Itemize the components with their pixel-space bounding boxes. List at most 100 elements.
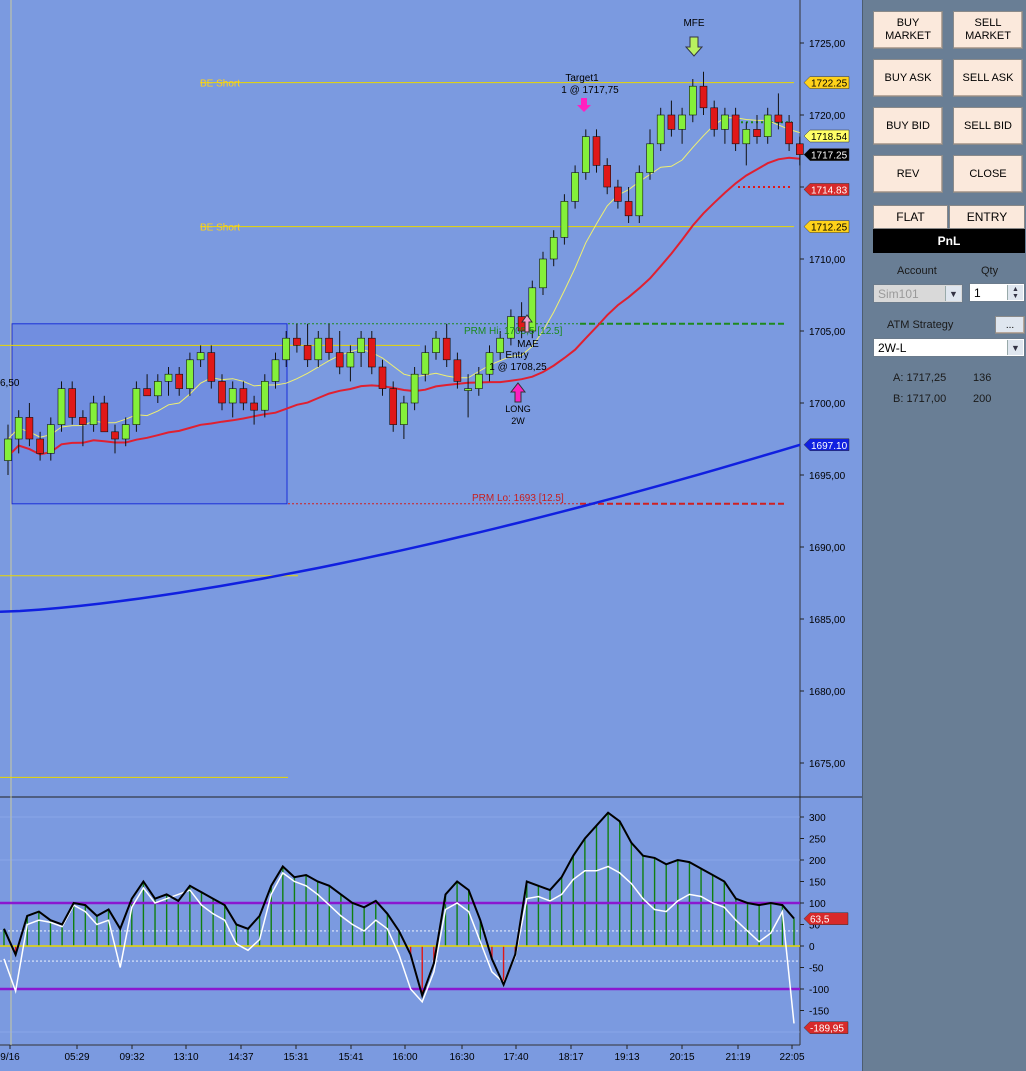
candle-body xyxy=(335,352,344,368)
price-tag-label: 1722.25 xyxy=(811,79,848,90)
atm-more-button[interactable]: ... xyxy=(995,316,1025,334)
candle-body xyxy=(528,287,537,332)
reverse-button[interactable]: REV xyxy=(873,155,943,193)
osc-axis-label: 150 xyxy=(809,878,826,889)
candle-body xyxy=(239,388,248,404)
candle-body xyxy=(474,373,483,389)
range-box xyxy=(11,323,288,505)
account-label: Account xyxy=(897,265,937,277)
close-button[interactable]: CLOSE xyxy=(953,155,1023,193)
long-strategy-label: 2W xyxy=(511,416,525,426)
candle-body xyxy=(678,114,686,130)
stepper-arrows-icon[interactable]: ▲ ▼ xyxy=(1007,285,1023,300)
time-axis-label: 16:00 xyxy=(392,1052,417,1063)
price-axis-label: 1685,00 xyxy=(809,615,846,626)
time-axis-label: 17:40 xyxy=(503,1052,528,1063)
osc-axis-label: 300 xyxy=(809,813,826,824)
price-axis-label: 1690,00 xyxy=(809,543,846,554)
sell-ask-button[interactable]: SELL ASK xyxy=(953,59,1023,97)
candle-body xyxy=(410,373,419,404)
candle-body xyxy=(560,201,569,238)
candle-body xyxy=(763,114,772,137)
price-axis-label: 1675,00 xyxy=(809,759,846,770)
atm-strategy-select[interactable]: 2W-L ▼ xyxy=(873,338,1025,357)
oscillator-panel-bg xyxy=(0,798,800,1045)
osc-axis-label: 100 xyxy=(809,899,826,910)
prm-hi-label: PRM Hi: 1705,5 [12.5] xyxy=(464,326,563,337)
candle-body xyxy=(4,438,12,461)
osc-axis-label: -100 xyxy=(809,985,829,996)
price-axis-label: 1680,00 xyxy=(809,687,846,698)
candle-body xyxy=(121,424,130,440)
candle-body xyxy=(207,352,216,382)
buy-bid-button[interactable]: BUY BID xyxy=(873,107,943,145)
candle-body xyxy=(346,352,355,368)
candle-body xyxy=(218,381,226,404)
bid-price: B: 1717,00 xyxy=(893,393,947,405)
candle-body xyxy=(785,121,793,145)
time-axis-label: 15:41 xyxy=(338,1052,363,1063)
candle-body xyxy=(325,337,333,353)
candle-body xyxy=(667,114,676,130)
qty-stepper[interactable]: 1 ▲ ▼ xyxy=(969,283,1025,302)
candle-body xyxy=(25,417,34,440)
candle-body xyxy=(357,337,365,353)
candle-body xyxy=(143,388,151,397)
time-axis-label: 16:30 xyxy=(449,1052,474,1063)
price-tag-label: 1717.25 xyxy=(811,151,848,162)
candle-body xyxy=(581,136,590,173)
candle-body xyxy=(260,381,269,411)
price-axis-label: 1695,00 xyxy=(809,471,846,482)
candle-body xyxy=(57,388,66,425)
price-tag-label: 1714.83 xyxy=(811,185,848,196)
candle-body xyxy=(186,359,194,389)
candle-body xyxy=(68,388,76,418)
time-axis-label: 21:19 xyxy=(725,1052,750,1063)
chart-area[interactable]: 1725,001720,001715,001710,001705,001700,… xyxy=(0,0,862,1071)
osc-axis-label: 0 xyxy=(809,942,815,953)
pnl-display: PnL xyxy=(873,229,1025,253)
candle-body xyxy=(432,337,440,353)
osc-axis-label: -150 xyxy=(809,1007,829,1018)
candle-body xyxy=(592,136,601,166)
candle-body xyxy=(731,114,740,145)
candle-body xyxy=(228,388,237,404)
price-tag-label: 1712.25 xyxy=(811,223,848,234)
order-entry-panel: BUY MARKET SELL MARKET BUY ASK SELL ASK … xyxy=(862,0,1026,1071)
candle-body xyxy=(549,237,558,260)
candle-body xyxy=(293,337,301,346)
candle-body xyxy=(46,424,55,454)
candle-body xyxy=(282,337,291,361)
time-axis-label: 18:17 xyxy=(558,1052,583,1063)
mfe-label: MFE xyxy=(683,18,704,29)
time-axis-label: 05:29 xyxy=(64,1052,89,1063)
candle-body xyxy=(250,402,258,411)
sell-market-button[interactable]: SELL MARKET xyxy=(953,11,1023,49)
account-select[interactable]: Sim101 ▼ xyxy=(873,284,963,303)
target-price-label: 1 @ 1717,75 xyxy=(561,85,619,96)
candle-body xyxy=(154,381,162,397)
buy-ask-button[interactable]: BUY ASK xyxy=(873,59,943,97)
candle-body xyxy=(132,388,141,425)
candle-body xyxy=(774,114,783,123)
price-axis-label: 1720,00 xyxy=(809,111,846,122)
osc-axis-label: 250 xyxy=(809,835,826,846)
time-axis-label: 09:32 xyxy=(119,1052,144,1063)
candle-body xyxy=(646,143,654,173)
osc-axis-label: -50 xyxy=(809,964,824,975)
ask-size: 136 xyxy=(973,372,992,384)
candle-body xyxy=(196,352,205,361)
candle-body xyxy=(795,143,804,155)
be-short-lower-label: BE Short xyxy=(200,223,240,234)
candle-body xyxy=(111,431,119,440)
candle-body xyxy=(14,417,23,440)
buy-market-button[interactable]: BUY MARKET xyxy=(873,11,943,49)
candle-body xyxy=(303,345,312,361)
sell-bid-button[interactable]: SELL BID xyxy=(953,107,1023,145)
entry-cell: ENTRY xyxy=(949,205,1025,229)
osc-tag-label: -189,95 xyxy=(810,1024,844,1035)
candle-body xyxy=(496,337,505,353)
candle-body xyxy=(710,107,719,130)
qty-label: Qty xyxy=(981,265,999,277)
candle-body xyxy=(421,352,430,375)
